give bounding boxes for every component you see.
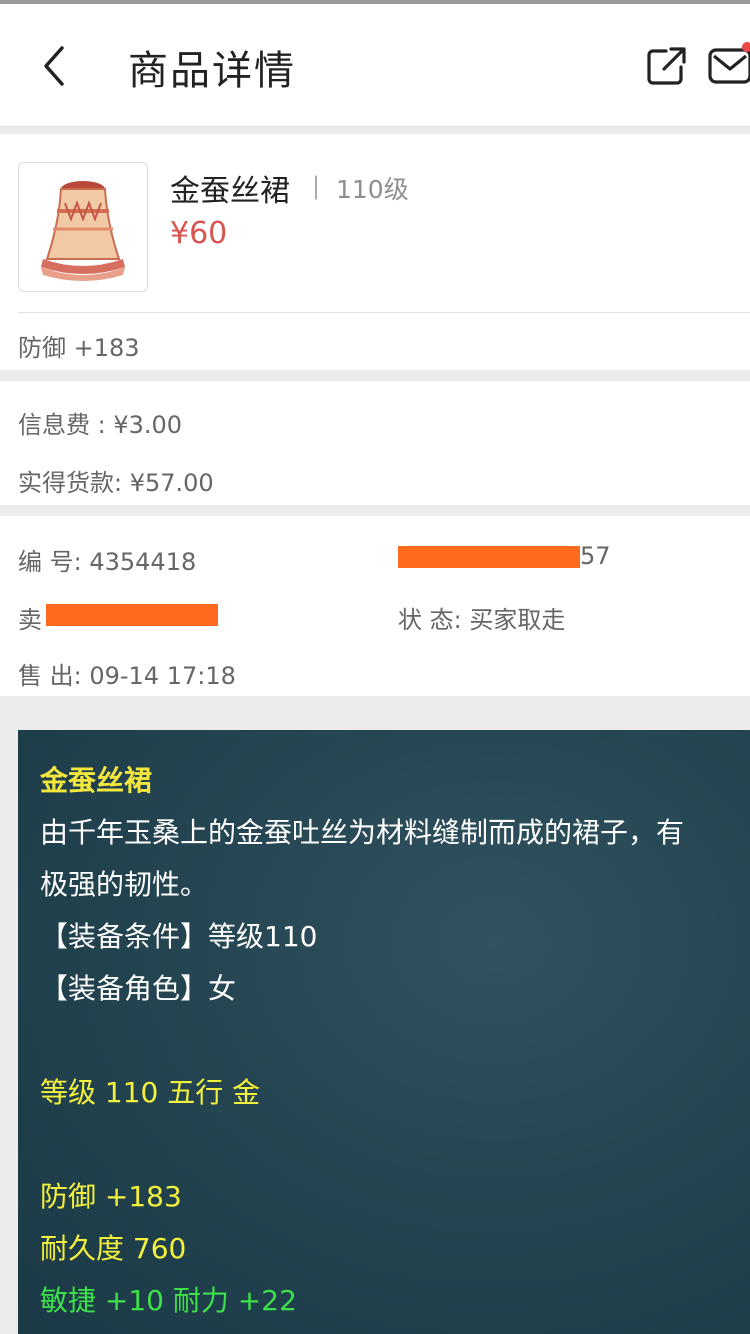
skirt-image (41, 181, 125, 281)
share-icon (647, 47, 686, 85)
page-title: 商品详情 (128, 48, 296, 94)
defense-stat: 防御 +183 (18, 334, 140, 362)
product-card[interactable]: 金蚕丝裙 | 110级 ¥60 防御 +183 (0, 134, 750, 370)
redacted-field (398, 546, 580, 568)
bonus-attrs: 敏捷 +10 耐力 +22 (40, 1284, 297, 1317)
back-button[interactable] (28, 32, 84, 96)
level-element: 等级 110 五行 金 (40, 1076, 261, 1109)
product-name: 金蚕丝裙 (170, 174, 290, 209)
product-price: ¥60 (170, 216, 228, 251)
trade-status: 状 态: 买家取走 (398, 606, 566, 634)
name-level-separator: | (312, 172, 321, 200)
equip-level-requirement: 【装备条件】等级110 (40, 920, 318, 953)
notification-dot (742, 42, 750, 52)
description-line: 由千年玉桑上的金蚕吐丝为材料缝制而成的裙子，有 (40, 816, 685, 849)
divider (18, 312, 750, 313)
defense-attr: 防御 +183 (40, 1180, 182, 1213)
sold-time: 售 出: 09-14 17:18 (18, 662, 236, 690)
equip-role-requirement: 【装备角色】女 (40, 972, 237, 1005)
trade-info-card: 编 号: 4354418 57 卖 状 态: 买家取走 售 出: 09-14 1… (0, 516, 750, 696)
durability-attr: 耐久度 760 (40, 1232, 187, 1265)
page: 商品详情 金蚕丝裙 | 110级 ¥60 防御 +183 信息费: ¥3.00… (0, 0, 750, 1334)
header-bar: 商品详情 (0, 4, 750, 127)
info-fee: 信息费 : ¥3.00 (18, 411, 183, 439)
back-chevron-icon (44, 46, 64, 86)
item-number: 编 号: 4354418 (18, 548, 197, 576)
redacted-seller (46, 604, 218, 626)
description-title: 金蚕丝裙 (40, 764, 153, 797)
product-thumbnail[interactable] (18, 162, 148, 292)
seller-label: 卖 (18, 606, 42, 634)
fees-card: 信息费 : ¥3.00 实得货款: ¥57.00 (0, 381, 750, 505)
item-description-panel: 金蚕丝裙 由千年玉桑上的金蚕吐丝为材料缝制而成的裙子，有 极强的韧性。 【装备条… (18, 730, 750, 1334)
received-amount: 实得货款: ¥57.00 (18, 469, 214, 497)
product-level: 110级 (336, 175, 409, 204)
share-button[interactable] (644, 44, 688, 88)
redacted-field-suffix: 57 (580, 542, 611, 570)
description-line: 极强的韧性。 (40, 868, 209, 901)
